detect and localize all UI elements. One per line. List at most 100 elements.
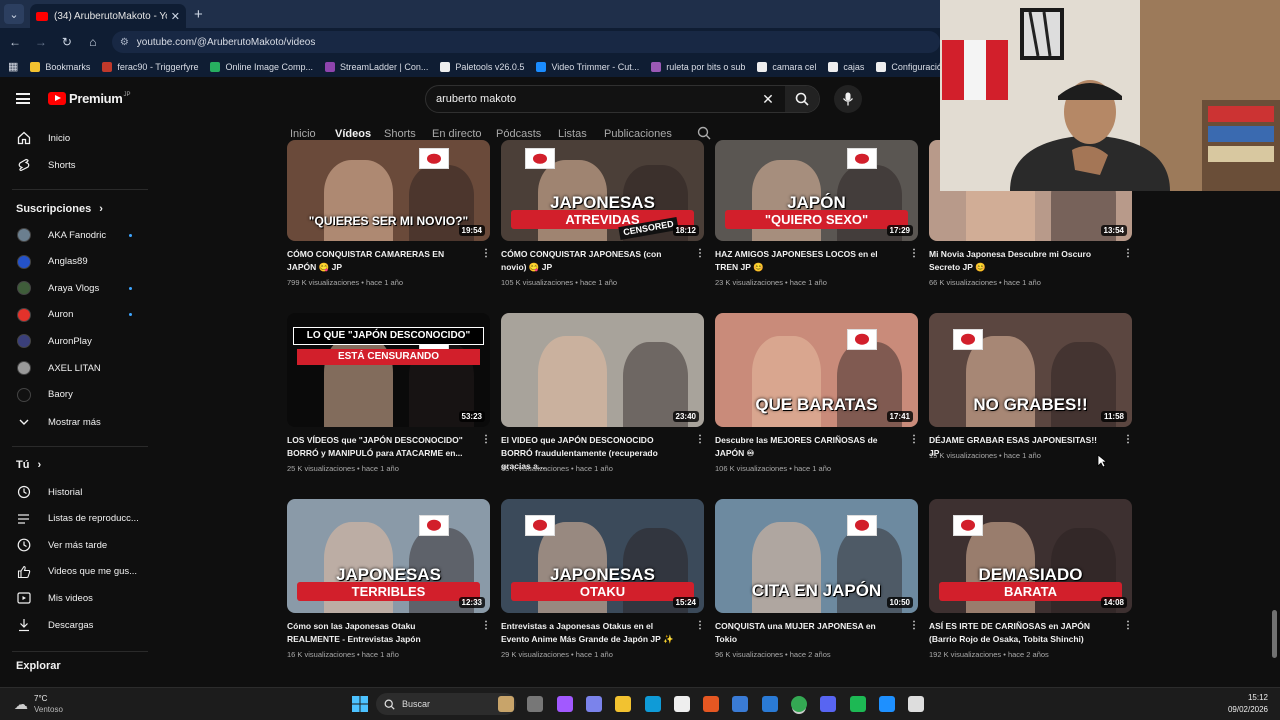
sidebar-item[interactable]: AuronPlay xyxy=(0,328,160,354)
windows-start-icon[interactable] xyxy=(352,696,368,717)
more-options-icon[interactable]: ⋮ xyxy=(1123,248,1133,259)
voice-search-button[interactable] xyxy=(834,85,862,113)
you-section-header[interactable]: Tú › xyxy=(16,459,41,471)
bookmark-item[interactable]: ferac90 - Triggerfyre xyxy=(102,61,198,72)
new-tab-button[interactable]: + xyxy=(194,6,203,23)
teams-icon[interactable] xyxy=(585,696,602,712)
video-title[interactable]: CÓMO CONQUISTAR JAPONESAS (con novio) 😋 … xyxy=(501,248,681,274)
more-options-icon[interactable]: ⋮ xyxy=(481,620,491,631)
sidebar-item[interactable]: AXEL LITAN xyxy=(0,355,160,381)
site-info-icon[interactable]: ⚙ xyxy=(120,37,129,48)
sidebar-item[interactable]: Ver más tarde xyxy=(0,532,160,558)
video-title[interactable]: ASÍ ES IRTE DE CARIÑOSAS en JAPÓN (Barri… xyxy=(929,620,1109,646)
more-options-icon[interactable]: ⋮ xyxy=(481,434,491,445)
close-tab-icon[interactable]: ✕ xyxy=(171,10,180,23)
bookmark-item[interactable]: camara cel xyxy=(757,61,816,72)
video-title[interactable]: Entrevistas a Japonesas Otakus en el Eve… xyxy=(501,620,681,646)
tab-list-button[interactable]: ⌄ xyxy=(4,4,24,24)
home-button-icon[interactable]: ⌂ xyxy=(82,35,104,49)
url-field[interactable]: ⚙ youtube.com/@AruberutoMakoto/videos xyxy=(111,31,940,53)
sidebar-item[interactable]: Araya Vlogs xyxy=(0,275,160,301)
browser-tab[interactable]: (34) AruberutoMakoto - YouTu ✕ xyxy=(30,4,186,28)
more-options-icon[interactable]: ⋮ xyxy=(909,620,919,631)
video-title[interactable]: Mi Novia Japonesa Descubre mi Oscuro Sec… xyxy=(929,248,1109,274)
more-options-icon[interactable]: ⋮ xyxy=(695,620,705,631)
sidebar-item[interactable]: Listas de reproducc... xyxy=(0,506,160,532)
bookmark-item[interactable]: Bookmarks xyxy=(30,61,90,72)
sidebar-item[interactable]: AKA Fanodric xyxy=(0,222,160,248)
channel-tab-1[interactable]: Vídeos xyxy=(335,128,371,140)
hamburger-menu-icon[interactable] xyxy=(16,93,30,104)
video-title[interactable]: HAZ AMIGOS JAPONESES LOCOS en el TREN JP… xyxy=(715,248,895,274)
discord-icon[interactable] xyxy=(820,696,837,712)
bookmark-item[interactable]: Configuración: Auto... xyxy=(876,61,940,72)
channel-tab-3[interactable]: En directo xyxy=(432,128,482,140)
video-thumbnail[interactable]: QUE BARATAS 17:41 xyxy=(715,313,918,427)
bookmark-item[interactable]: cajas xyxy=(828,61,864,72)
more-options-icon[interactable]: ⋮ xyxy=(909,434,919,445)
video-title[interactable]: LOS VÍDEOS que "JAPÓN DESCONOCIDO" BORRÓ… xyxy=(287,434,467,460)
video-thumbnail[interactable]: JAPONESAS ATREVIDAS CENSORED 18:12 xyxy=(501,140,704,241)
clear-search-icon[interactable]: ✕ xyxy=(751,91,785,108)
video-title[interactable]: Descubre las MEJORES CARIÑOSAS de JAPÓN … xyxy=(715,434,895,460)
sidebar-item[interactable]: Mostrar más xyxy=(0,409,160,435)
sidebar-item[interactable]: Baory xyxy=(0,382,160,408)
reload-icon[interactable]: ↻ xyxy=(56,35,78,49)
spotify-icon[interactable] xyxy=(849,696,866,712)
video-thumbnail[interactable]: "QUIERES SER MI NOVIO?" 19:54 xyxy=(287,140,490,241)
edge-icon[interactable] xyxy=(644,696,661,712)
forward-arrow-icon[interactable]: → xyxy=(30,35,52,49)
video-thumbnail[interactable]: NO GRABES!! 11:58 xyxy=(929,313,1132,427)
more-options-icon[interactable]: ⋮ xyxy=(1123,620,1133,631)
search-input[interactable]: aruberto makoto xyxy=(426,93,751,105)
notes-icon[interactable] xyxy=(878,696,895,712)
app-icon[interactable] xyxy=(703,696,720,712)
channel-tab-0[interactable]: Inicio xyxy=(290,128,316,140)
more-options-icon[interactable]: ⋮ xyxy=(909,248,919,259)
bookmark-item[interactable]: ruleta por bits o sub xyxy=(651,61,745,72)
food-icon[interactable] xyxy=(498,696,514,712)
bookmark-item[interactable]: Video Trimmer - Cut... xyxy=(536,61,639,72)
video-title[interactable]: CONQUISTA una MUJER JAPONESA en Tokio xyxy=(715,620,895,646)
mail-icon[interactable] xyxy=(732,696,749,712)
store-icon[interactable] xyxy=(673,696,690,712)
settings-icon[interactable] xyxy=(908,696,925,712)
channel-tab-5[interactable]: Listas xyxy=(558,128,587,140)
channel-tab-6[interactable]: Publicaciones xyxy=(604,128,672,140)
search-button[interactable] xyxy=(785,86,819,112)
file-explorer-icon[interactable] xyxy=(615,696,632,712)
sidebar-item[interactable]: Auron xyxy=(0,302,160,328)
video-thumbnail[interactable]: LO QUE "JAPÓN DESCONOCIDO" ESTÁ CENSURAND… xyxy=(287,313,490,427)
chrome-icon[interactable] xyxy=(791,696,807,712)
bookmark-item[interactable]: Paletools v26.0.5 xyxy=(440,61,524,72)
more-options-icon[interactable]: ⋮ xyxy=(481,248,491,259)
sidebar-item[interactable]: Inicio xyxy=(0,125,160,151)
subscriptions-header[interactable]: Suscripciones › xyxy=(16,203,103,215)
video-thumbnail[interactable]: JAPÓN "QUIERO SEXO" 17:29 xyxy=(715,140,918,241)
video-thumbnail[interactable]: CITA EN JAPÓN 10:50 xyxy=(715,499,918,613)
more-options-icon[interactable]: ⋮ xyxy=(695,434,705,445)
sidebar-item[interactable]: Shorts xyxy=(0,152,160,178)
channel-tab-2[interactable]: Shorts xyxy=(384,128,416,140)
more-options-icon[interactable]: ⋮ xyxy=(695,248,705,259)
video-title[interactable]: Cómo son las Japonesas Otaku REALMENTE -… xyxy=(287,620,467,646)
youtube-premium-logo[interactable]: Premium JP xyxy=(48,91,131,106)
back-arrow-icon[interactable]: ← xyxy=(4,35,26,49)
more-options-icon[interactable]: ⋮ xyxy=(1123,434,1133,445)
video-thumbnail[interactable]: JAPONESAS OTAKU 15:24 xyxy=(501,499,704,613)
task-view-icon[interactable] xyxy=(527,696,544,712)
page-scrollbar[interactable] xyxy=(1272,610,1277,658)
video-thumbnail[interactable]: JAPONESAS TERRIBLES 12:33 xyxy=(287,499,490,613)
weather-icon[interactable]: ☁ xyxy=(14,696,28,713)
sidebar-item[interactable]: Descargas xyxy=(0,612,160,638)
taskbar-search-box[interactable]: Buscar xyxy=(376,693,516,715)
bookmark-item[interactable]: StreamLadder | Con... xyxy=(325,61,428,72)
sidebar-item[interactable]: Anglas89 xyxy=(0,249,160,275)
channel-tab-4[interactable]: Pódcasts xyxy=(496,128,541,140)
video-thumbnail[interactable]: 23:40 xyxy=(501,313,704,427)
sidebar-item[interactable]: Mis videos xyxy=(0,585,160,611)
apps-grid-icon[interactable]: ▦ xyxy=(8,60,18,73)
video-title[interactable]: CÓMO CONQUISTAR CAMARERAS EN JAPÓN 😋 JP xyxy=(287,248,467,274)
sidebar-item[interactable]: Historial xyxy=(0,479,160,505)
sidebar-item[interactable]: Videos que me gus... xyxy=(0,559,160,585)
